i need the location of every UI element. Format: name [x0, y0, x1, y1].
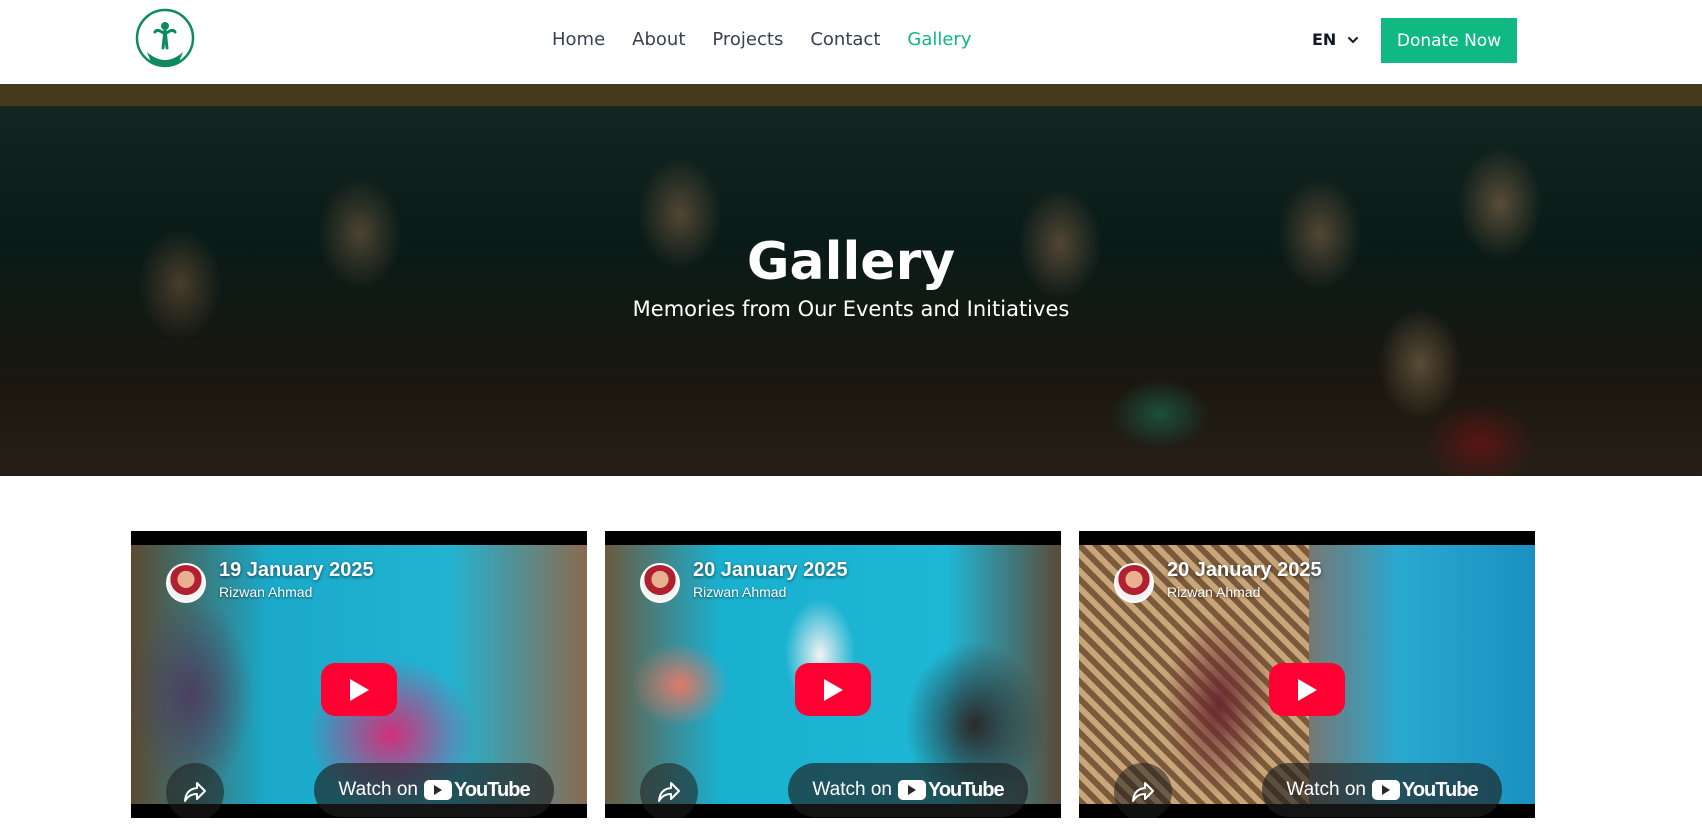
watch-on-youtube-button[interactable]: Watch on YouTube — [314, 763, 554, 817]
main-nav: Home About Projects Contact Gallery — [552, 28, 998, 52]
video-thumbnail[interactable]: 19 January 2025 Rizwan Ahmad Watch on Yo… — [131, 545, 587, 818]
video-card[interactable]: 20 January 2025 Rizwan Ahmad Watch on Yo… — [605, 531, 1061, 818]
logo-icon[interactable] — [133, 8, 197, 76]
play-icon — [1298, 678, 1317, 701]
play-icon — [350, 678, 369, 701]
play-icon — [824, 678, 843, 701]
youtube-logo: YouTube — [423, 778, 531, 802]
share-button[interactable] — [166, 763, 224, 818]
video-channel[interactable]: Rizwan Ahmad — [693, 584, 786, 600]
video-card[interactable]: 19 January 2025 Rizwan Ahmad Watch on Yo… — [131, 531, 587, 818]
youtube-icon — [1371, 780, 1400, 800]
share-icon — [184, 782, 206, 802]
youtube-icon — [897, 780, 926, 800]
chevron-down-icon — [1348, 36, 1359, 43]
donate-button[interactable]: Donate Now — [1381, 18, 1517, 63]
nav-projects[interactable]: Projects — [712, 28, 783, 52]
video-title[interactable]: 20 January 2025 — [693, 559, 848, 582]
page-title: Gallery — [746, 232, 956, 292]
nav-contact[interactable]: Contact — [810, 28, 880, 52]
video-card[interactable]: 20 January 2025 Rizwan Ahmad Watch on Yo… — [1079, 531, 1535, 818]
play-button[interactable] — [1269, 663, 1345, 716]
share-button[interactable] — [640, 763, 698, 818]
nav-about[interactable]: About — [632, 28, 685, 52]
language-label: EN — [1312, 30, 1337, 49]
youtube-wordmark: YouTube — [927, 778, 1005, 801]
video-channel[interactable]: Rizwan Ahmad — [1167, 584, 1260, 600]
watch-label: Watch on — [812, 779, 892, 800]
avatar[interactable] — [640, 563, 680, 603]
youtube-logo: YouTube — [1371, 778, 1479, 802]
youtube-wordmark: YouTube — [453, 778, 531, 801]
nav-gallery[interactable]: Gallery — [907, 28, 971, 52]
watch-on-youtube-button[interactable]: Watch on YouTube — [1262, 763, 1502, 817]
video-thumbnail[interactable]: 20 January 2025 Rizwan Ahmad Watch on Yo… — [1079, 545, 1535, 818]
hero-banner: Gallery Memories from Our Events and Ini… — [0, 84, 1702, 476]
watch-on-youtube-button[interactable]: Watch on YouTube — [788, 763, 1028, 817]
share-icon — [1132, 782, 1154, 802]
site-header: Home About Projects Contact Gallery EN D… — [0, 0, 1702, 84]
watch-label: Watch on — [338, 779, 418, 800]
share-icon — [658, 782, 680, 802]
video-title[interactable]: 20 January 2025 — [1167, 559, 1322, 582]
watch-label: Watch on — [1286, 779, 1366, 800]
page-subtitle: Memories from Our Events and Initiatives — [632, 297, 1070, 321]
nav-home[interactable]: Home — [552, 28, 605, 52]
video-title[interactable]: 19 January 2025 — [219, 559, 374, 582]
youtube-logo: YouTube — [897, 778, 1005, 802]
language-selector[interactable]: EN — [1312, 30, 1360, 49]
youtube-icon — [423, 780, 452, 800]
youtube-wordmark: YouTube — [1401, 778, 1479, 801]
video-channel[interactable]: Rizwan Ahmad — [219, 584, 312, 600]
play-button[interactable] — [321, 663, 397, 716]
share-button[interactable] — [1114, 763, 1172, 818]
video-thumbnail[interactable]: 20 January 2025 Rizwan Ahmad Watch on Yo… — [605, 545, 1061, 818]
play-button[interactable] — [795, 663, 871, 716]
avatar[interactable] — [1114, 563, 1154, 603]
avatar[interactable] — [166, 563, 206, 603]
